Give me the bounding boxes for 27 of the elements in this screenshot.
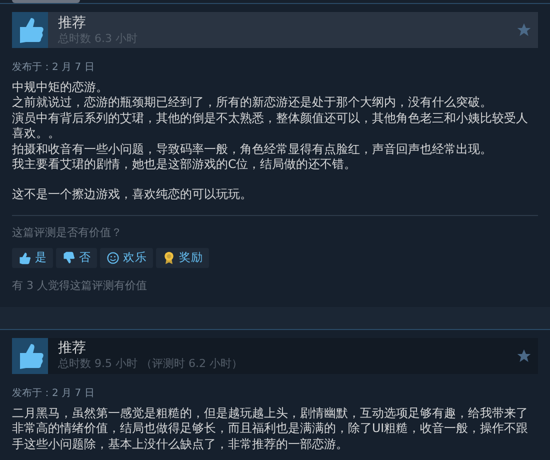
- helpful-prompt: 这篇评测是否有价值？: [12, 226, 123, 240]
- review-text: 这不是一个擦边游戏，喜欢纯恋的可以玩玩。: [12, 187, 253, 203]
- thumbs-up-icon: [12, 12, 48, 48]
- review-text: 中规中矩的恋游。: [12, 80, 109, 96]
- no-button[interactable]: 否: [56, 248, 97, 268]
- thumbs-up-icon: [12, 338, 48, 374]
- yes-button[interactable]: 是: [12, 248, 53, 268]
- helpful-count: 有 3 人觉得这篇评测有价值: [12, 278, 148, 293]
- star-icon[interactable]: [516, 22, 532, 38]
- review-verdict: 推荐: [58, 340, 87, 358]
- funny-button[interactable]: 欢乐: [100, 248, 153, 268]
- thumbs-up-icon: [18, 250, 32, 265]
- star-icon[interactable]: [516, 348, 532, 364]
- review-text: 演员中有背后系列的艾珺，其他的倒是不太熟悉，整体颜值还可以，其他角色老三和小姨比较受人喜欢。。: [12, 110, 529, 142]
- playtime: 总时数 9.5 小时 （评测时 6.2 小时）: [58, 357, 244, 372]
- posted-date: 发布于：2 月 7 日: [12, 386, 96, 400]
- smiley-icon: [106, 250, 120, 265]
- review-text: 二月黑马，虽然第一感觉是粗糙的，但是越玩越上头，剧情幽默，互动选项足够有趣，给我带来了非常高的情绪价值，结局也做得足够长，而且福利也是满满的，除了UI粗糙，收音一般，操作不跟手这些小问题除，基本上没什么缺点了，非常推荐的一部恋游。: [12, 406, 530, 452]
- review-text: 我主要看艾珺的剧情，她也是这部游戏的C位，结局做的还不错。: [12, 157, 358, 172]
- award-button[interactable]: 奖励: [156, 248, 209, 268]
- posted-date: 发布于：2 月 7 日: [12, 61, 96, 74]
- award-icon: [162, 250, 176, 265]
- review-verdict: 推荐: [58, 14, 87, 32]
- review-text: 之前就说过，恋游的瓶颈期已经到了，所有的新恋游还是处于那个大纲内，没有什么突破。: [12, 95, 493, 111]
- review-text: 拍摄和收音有一些小问题，导致码率一般，角色经常显得有点脸红，声音回声也经常出现。: [12, 142, 493, 158]
- thumbs-down-icon: [62, 250, 76, 265]
- tab-edge[interactable]: [12, 0, 80, 3]
